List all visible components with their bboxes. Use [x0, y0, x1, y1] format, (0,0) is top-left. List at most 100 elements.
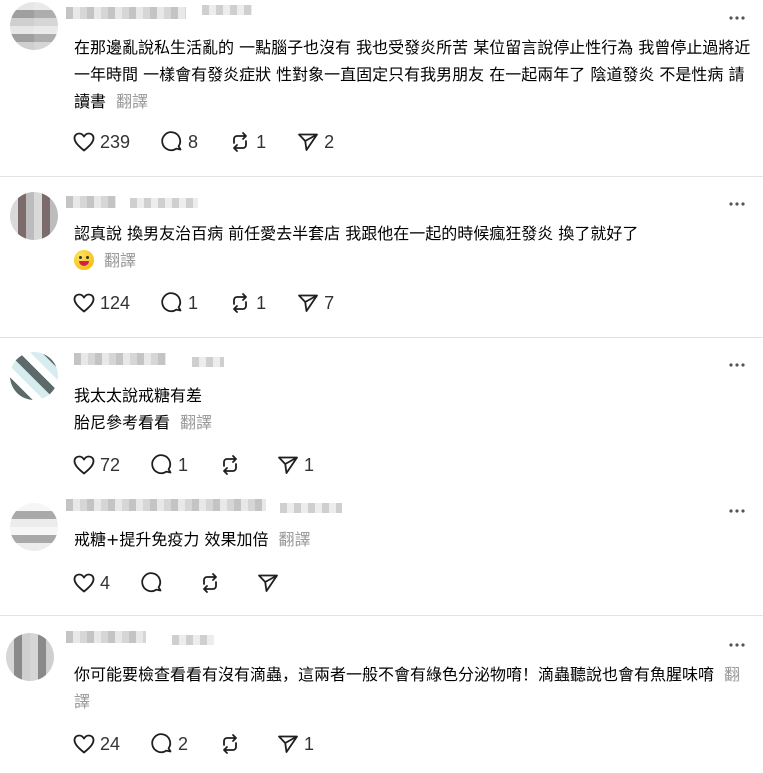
- reply-actions: 24 2 1: [72, 732, 344, 756]
- repost-button[interactable]: [218, 732, 246, 756]
- reply-actions: 124 1 1 7: [72, 291, 364, 315]
- comment-count: 1: [188, 292, 199, 313]
- share-button[interactable]: 1: [276, 453, 314, 477]
- reply-post: 你可能要檢查看看有沒有滴蟲，這兩者一般不會有綠色分泌物唷！滴蟲聽說也會有魚腥味唷…: [0, 615, 763, 773]
- username-blurred[interactable]: [66, 631, 146, 643]
- reply-actions: 239 8 1 2: [72, 130, 364, 154]
- share-button[interactable]: [256, 571, 284, 595]
- comment-button[interactable]: 1: [160, 291, 198, 315]
- repost-button[interactable]: [198, 571, 226, 595]
- reply-actions: 72 1 1: [72, 453, 344, 477]
- comment-count: 1: [178, 454, 189, 475]
- like-button[interactable]: 4: [72, 571, 110, 595]
- repost-button[interactable]: 1: [228, 130, 266, 154]
- repost-arrows-icon: [203, 573, 217, 593]
- share-count: 7: [324, 292, 335, 313]
- like-count: 239: [100, 131, 131, 152]
- reply-post: 認真說 換男友治百病 前任愛去半套店 我跟他在一起的時候瘋狂發炎 換了就好了 翻…: [0, 176, 763, 338]
- comment-button[interactable]: 8: [160, 130, 198, 154]
- like-count: 24: [100, 733, 121, 754]
- reply-actions: 4: [72, 571, 314, 595]
- reply-line: 胎尼參考看看: [74, 413, 171, 432]
- comment-button[interactable]: [140, 571, 168, 595]
- more-options-icon[interactable]: [727, 501, 747, 521]
- send-paper-plane-icon: [298, 133, 318, 151]
- share-count: 1: [304, 733, 315, 754]
- reply-text: 你可能要檢查看看有沒有滴蟲，這兩者一般不會有綠色分泌物唷！滴蟲聽說也會有魚腥味唷…: [74, 661, 752, 715]
- translate-link[interactable]: 翻譯: [279, 530, 311, 549]
- like-count: 124: [100, 292, 131, 313]
- avatar[interactable]: [10, 503, 58, 551]
- like-button[interactable]: 124: [72, 291, 130, 315]
- reply-text: 我太太說戒糖有差 胎尼參考看看 翻譯: [74, 382, 752, 436]
- reply-line: 我太太說戒糖有差: [74, 386, 203, 405]
- username-blurred[interactable]: [74, 353, 166, 365]
- share-button[interactable]: 1: [276, 732, 314, 756]
- reply-body: 你可能要檢查看看有沒有滴蟲，這兩者一般不會有綠色分泌物唷！滴蟲聽說也會有魚腥味唷: [74, 665, 715, 684]
- timestamp-blurred: [202, 5, 252, 15]
- reply-post: 在那邊亂說私生活亂的 一點腦子也沒有 我也受發炎所苦 某位留言說停止性行為 我曾…: [0, 0, 763, 177]
- more-options-icon[interactable]: [727, 8, 747, 28]
- reply-post: 戒糖+提升免疫力 效果加倍 翻譯 4: [0, 489, 763, 616]
- heart-icon: [73, 455, 95, 475]
- username-blurred[interactable]: [66, 196, 116, 208]
- send-paper-plane-icon: [258, 574, 278, 592]
- more-options-icon[interactable]: [727, 355, 747, 375]
- repost-arrows-icon: [233, 132, 247, 152]
- translate-link[interactable]: 翻譯: [180, 413, 212, 432]
- repost-arrows-icon: [223, 455, 237, 475]
- heart-icon: [73, 734, 95, 754]
- avatar[interactable]: [6, 633, 54, 681]
- repost-count: 1: [256, 131, 267, 152]
- comment-bubble-icon: [151, 454, 172, 475]
- timestamp-blurred: [130, 198, 198, 208]
- replies-feed: 在那邊亂說私生活亂的 一點腦子也沒有 我也受發炎所苦 某位留言說停止性行為 我曾…: [0, 0, 763, 773]
- share-count: 2: [324, 131, 335, 152]
- heart-icon: [73, 132, 95, 152]
- send-paper-plane-icon: [278, 456, 298, 474]
- repost-arrows-icon: [233, 293, 247, 313]
- repost-button[interactable]: 1: [228, 291, 266, 315]
- avatar[interactable]: [10, 192, 58, 240]
- repost-button[interactable]: [218, 453, 246, 477]
- reply-post: 我太太說戒糖有差 胎尼參考看看 翻譯 72 1 1: [0, 337, 763, 489]
- send-paper-plane-icon: [298, 294, 318, 312]
- comment-button[interactable]: 2: [150, 732, 188, 756]
- share-count: 1: [304, 454, 315, 475]
- heart-icon: [73, 573, 95, 593]
- like-button[interactable]: 239: [72, 130, 130, 154]
- more-options-icon[interactable]: [727, 194, 747, 214]
- comment-bubble-icon: [141, 572, 162, 593]
- translate-link[interactable]: 翻譯: [104, 251, 136, 270]
- send-paper-plane-icon: [278, 735, 298, 753]
- more-options-icon[interactable]: [727, 635, 747, 655]
- timestamp-blurred: [172, 635, 214, 645]
- like-button[interactable]: 24: [72, 732, 120, 756]
- comment-bubble-icon: [161, 292, 182, 313]
- reply-text: 戒糖+提升免疫力 效果加倍 翻譯: [74, 526, 752, 553]
- comment-bubble-icon: [151, 733, 172, 754]
- reply-text: 在那邊亂說私生活亂的 一點腦子也沒有 我也受發炎所苦 某位留言說停止性行為 我曾…: [74, 34, 752, 115]
- username-blurred[interactable]: [66, 7, 186, 19]
- grinning-face-emoji: [74, 250, 94, 270]
- like-count: 4: [100, 572, 111, 593]
- share-button[interactable]: 7: [296, 291, 334, 315]
- like-count: 72: [100, 454, 121, 475]
- reply-body: 戒糖+提升免疫力 效果加倍: [74, 530, 269, 549]
- comment-count: 8: [188, 131, 199, 152]
- comment-button[interactable]: 1: [150, 453, 188, 477]
- avatar[interactable]: [10, 352, 58, 400]
- like-button[interactable]: 72: [72, 453, 120, 477]
- timestamp-blurred: [280, 503, 342, 513]
- repost-arrows-icon: [223, 734, 237, 754]
- comment-count: 2: [178, 733, 189, 754]
- reply-body: 在那邊亂說私生活亂的 一點腦子也沒有 我也受發炎所苦 某位留言說停止性行為 我曾…: [74, 38, 751, 111]
- timestamp-blurred: [192, 357, 224, 367]
- reply-body: 認真說 換男友治百病 前任愛去半套店 我跟他在一起的時候瘋狂發炎 換了就好了: [74, 224, 639, 243]
- username-blurred[interactable]: [66, 499, 266, 511]
- translate-link[interactable]: 翻譯: [116, 92, 148, 111]
- share-button[interactable]: 2: [296, 130, 334, 154]
- avatar[interactable]: [10, 2, 58, 50]
- reply-text: 認真說 換男友治百病 前任愛去半套店 我跟他在一起的時候瘋狂發炎 換了就好了 翻…: [74, 220, 752, 274]
- repost-count: 1: [256, 292, 267, 313]
